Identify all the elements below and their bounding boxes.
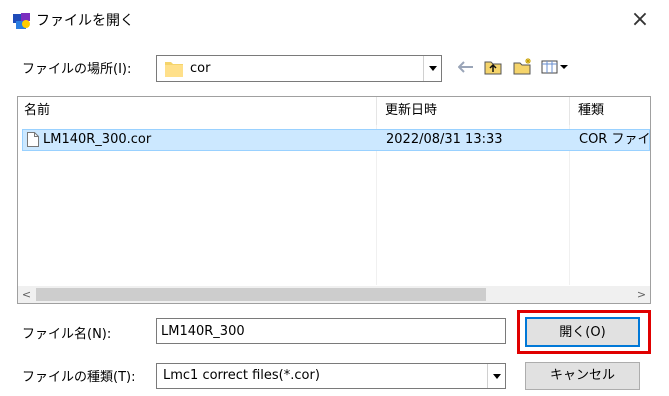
location-value: cor — [190, 61, 211, 76]
up-folder-icon[interactable] — [482, 56, 504, 78]
column-header-name[interactable]: 名前 — [18, 97, 376, 125]
new-folder-icon[interactable] — [512, 55, 534, 77]
app-icon — [12, 11, 32, 31]
file-name: LM140R_300.cor — [43, 132, 152, 147]
location-combobox[interactable]: cor — [156, 55, 442, 82]
chevron-down-icon[interactable] — [423, 56, 441, 81]
file-modified: 2022/08/31 13:33 — [386, 132, 503, 147]
chevron-down-icon[interactable] — [487, 364, 505, 388]
horizontal-scrollbar[interactable]: < > — [18, 286, 650, 303]
filetype-label: ファイルの種類(T): — [22, 370, 136, 385]
location-label: ファイルの場所(I): — [22, 62, 132, 77]
column-header-modified[interactable]: 更新日時 — [379, 97, 569, 125]
cancel-button[interactable]: キャンセル — [525, 362, 640, 390]
file-icon — [27, 132, 39, 147]
scroll-left-icon[interactable]: < — [18, 286, 35, 303]
filename-input[interactable] — [156, 318, 506, 344]
sort-ascending-icon: ^ — [221, 96, 232, 105]
filename-label: ファイル名(N): — [22, 327, 112, 342]
window-title: ファイルを開く — [36, 13, 134, 29]
column-header-type[interactable]: 種類 — [572, 97, 650, 125]
file-type: COR ファイ — [579, 132, 649, 147]
filetype-value: Lmc1 correct files(*.cor) — [163, 368, 320, 383]
scrollbar-thumb[interactable] — [36, 288, 486, 301]
close-button[interactable]: × — [628, 8, 652, 32]
back-arrow-icon[interactable] — [455, 56, 477, 78]
list-item[interactable]: LM140R_300.cor 2022/08/31 13:33 COR ファイ — [22, 129, 650, 151]
view-menu-icon[interactable] — [540, 56, 570, 78]
open-button[interactable]: 開く(O) — [525, 317, 640, 347]
file-list[interactable]: 名前 ^ 更新日時 種類 LM140R_300.cor 2022/08/31 1… — [17, 96, 651, 304]
scroll-right-icon[interactable]: > — [633, 286, 650, 303]
folder-icon — [165, 60, 183, 77]
filetype-combobox[interactable]: Lmc1 correct files(*.cor) — [156, 363, 506, 389]
